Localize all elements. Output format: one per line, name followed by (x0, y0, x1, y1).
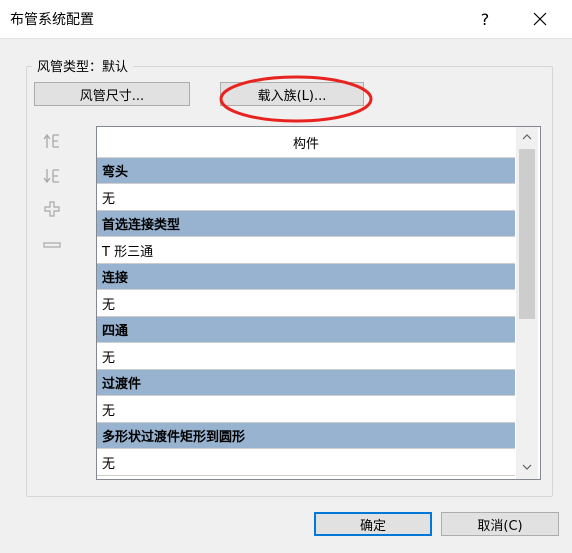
vertical-scrollbar[interactable] (516, 127, 538, 479)
list-value-row[interactable]: 无 (97, 343, 515, 370)
cancel-button[interactable]: 取消(C) (441, 512, 559, 536)
ok-button[interactable]: 确定 (314, 512, 432, 536)
duct-size-button[interactable]: 风管尺寸... (34, 82, 190, 106)
scroll-thumb[interactable] (519, 149, 535, 319)
duct-type-label: 风管类型：默认 (32, 56, 134, 75)
help-button[interactable]: ? (470, 4, 500, 34)
list-rows: 弯头 无 首选连接类型 T 形三通 连接 无 四通 无 过渡件 无 多形状过渡件… (97, 158, 515, 476)
list-category-row[interactable]: 首选连接类型 (97, 211, 515, 237)
close-icon (533, 12, 547, 26)
list-category-row[interactable]: 弯头 (97, 158, 515, 184)
move-up-icon[interactable] (42, 132, 62, 150)
list-value-row[interactable]: 无 (97, 396, 515, 423)
add-icon[interactable] (42, 200, 62, 218)
list-value-row[interactable]: T 形三通 (97, 237, 515, 264)
list-category-row[interactable]: 多形状过渡件矩形到圆形 (97, 423, 515, 449)
remove-icon[interactable] (42, 236, 62, 254)
title-bar: 布管系统配置 ? (0, 0, 572, 39)
component-list[interactable]: 构件 弯头 无 首选连接类型 T 形三通 连接 无 四通 无 过渡件 无 多形状… (96, 126, 541, 480)
window-title: 布管系统配置 (10, 12, 94, 28)
list-header[interactable]: 构件 (97, 127, 515, 158)
load-family-button[interactable]: 载入族(L)... (220, 82, 364, 106)
list-category-row[interactable]: 过渡件 (97, 370, 515, 396)
list-value-row[interactable]: 无 (97, 290, 515, 317)
list-value-row[interactable]: 无 (97, 184, 515, 211)
close-button[interactable] (525, 4, 555, 34)
move-down-icon[interactable] (42, 167, 62, 185)
list-value-row[interactable]: 无 (97, 449, 515, 476)
scroll-down-icon[interactable] (516, 457, 538, 477)
scroll-up-icon[interactable] (516, 127, 538, 147)
list-category-row[interactable]: 连接 (97, 264, 515, 290)
list-category-row[interactable]: 四通 (97, 317, 515, 343)
